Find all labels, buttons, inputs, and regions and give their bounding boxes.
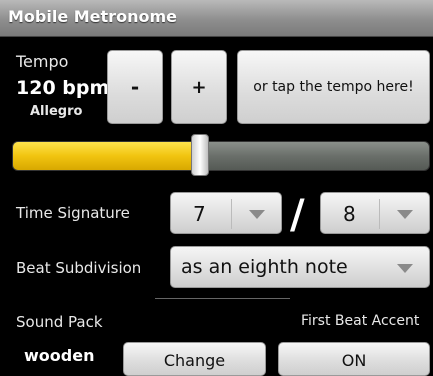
- sound-pack-label: Sound Pack: [16, 313, 103, 331]
- time-signature-label: Time Signature: [16, 204, 130, 222]
- beat-subdivision-select[interactable]: as an eighth note: [170, 246, 430, 288]
- tempo-value: 120 bpm: [16, 77, 110, 99]
- time-signature-numerator-select[interactable]: 7: [170, 192, 282, 234]
- title-bar: Mobile Metronome: [0, 0, 433, 37]
- tempo-increment-button[interactable]: +: [171, 50, 227, 124]
- section-divider: [155, 298, 290, 299]
- first-beat-accent-label: First Beat Accent: [301, 313, 420, 329]
- time-signature-denominator-select[interactable]: 8: [320, 192, 430, 234]
- tempo-label: Tempo: [16, 52, 69, 71]
- tempo-marking: Allegro: [30, 104, 83, 119]
- spinner-separator: [379, 199, 380, 229]
- beat-subdivision-label: Beat Subdivision: [16, 259, 142, 277]
- dropdown-arrow-icon: [397, 264, 413, 273]
- dropdown-arrow-icon: [249, 210, 265, 219]
- dropdown-arrow-icon: [397, 210, 413, 219]
- time-signature-slash: /: [290, 192, 305, 238]
- tempo-slider-fill: [13, 142, 202, 170]
- sound-pack-value: wooden: [24, 346, 95, 365]
- tap-tempo-button[interactable]: or tap the tempo here!: [237, 50, 430, 124]
- app-title: Mobile Metronome: [8, 7, 177, 26]
- tempo-slider-thumb[interactable]: [191, 134, 210, 176]
- tempo-decrement-button[interactable]: -: [107, 50, 163, 124]
- numerator-value: 7: [193, 202, 206, 226]
- tempo-slider[interactable]: [12, 141, 430, 171]
- subdivision-value: as an eighth note: [181, 256, 348, 278]
- change-sound-pack-button[interactable]: Change: [123, 342, 266, 376]
- denominator-value: 8: [343, 202, 356, 226]
- spinner-separator: [231, 199, 232, 229]
- first-beat-accent-toggle[interactable]: ON: [278, 342, 430, 376]
